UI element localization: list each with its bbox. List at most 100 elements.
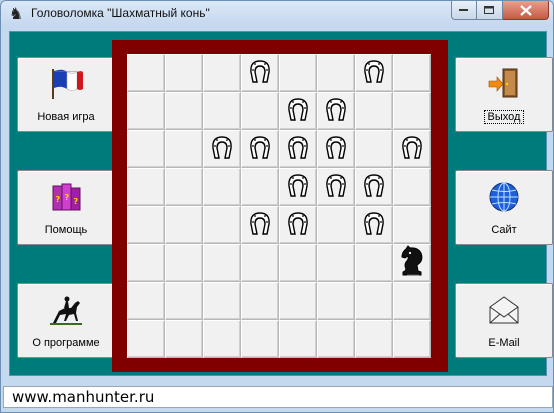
window-title: Головоломка "Шахматный конь" bbox=[31, 6, 210, 20]
board-cell[interactable] bbox=[127, 282, 165, 320]
board-cell[interactable] bbox=[127, 92, 165, 130]
svg-text:?: ? bbox=[56, 195, 61, 204]
board-cell[interactable] bbox=[279, 320, 317, 358]
horseshoe-icon bbox=[324, 134, 348, 164]
board-cell[interactable] bbox=[355, 206, 393, 244]
board-cell[interactable] bbox=[393, 244, 431, 282]
horseshoe-icon bbox=[400, 134, 424, 164]
board-cell[interactable] bbox=[317, 206, 355, 244]
board-cell[interactable] bbox=[279, 244, 317, 282]
help-label: Помощь bbox=[44, 224, 88, 236]
help-button[interactable]: ? ? ? Помощь bbox=[17, 170, 115, 245]
board-cell[interactable] bbox=[127, 168, 165, 206]
board-cell[interactable] bbox=[203, 244, 241, 282]
board-cell[interactable] bbox=[241, 92, 279, 130]
board-cell[interactable] bbox=[241, 54, 279, 92]
horseshoe-icon bbox=[248, 134, 272, 164]
board-cell[interactable] bbox=[355, 92, 393, 130]
board-cell[interactable] bbox=[279, 168, 317, 206]
about-button[interactable]: О программе bbox=[17, 283, 115, 358]
board-cell[interactable] bbox=[127, 320, 165, 358]
flag-icon bbox=[47, 66, 85, 102]
board-cell[interactable] bbox=[355, 244, 393, 282]
close-icon bbox=[519, 4, 532, 16]
knight-app-icon[interactable]: ♞ bbox=[7, 5, 25, 23]
board-cell[interactable] bbox=[203, 168, 241, 206]
new-game-label: Новая игра bbox=[37, 111, 95, 123]
close-button[interactable] bbox=[503, 1, 549, 20]
board-cell[interactable] bbox=[203, 54, 241, 92]
board-cell[interactable] bbox=[317, 320, 355, 358]
email-button[interactable]: E-Mail bbox=[455, 283, 553, 358]
board-cell[interactable] bbox=[393, 54, 431, 92]
board-cell[interactable] bbox=[165, 244, 203, 282]
board-cell[interactable] bbox=[317, 244, 355, 282]
svg-text:?: ? bbox=[65, 193, 70, 202]
board-cell[interactable] bbox=[317, 168, 355, 206]
board-cell[interactable] bbox=[279, 282, 317, 320]
knight-icon bbox=[397, 245, 427, 281]
board-cell[interactable] bbox=[317, 282, 355, 320]
board-cell[interactable] bbox=[393, 206, 431, 244]
site-label: Сайт bbox=[491, 224, 517, 236]
board-cell[interactable] bbox=[279, 54, 317, 92]
horseshoe-icon bbox=[286, 134, 310, 164]
board-cell[interactable] bbox=[241, 206, 279, 244]
maximize-icon bbox=[484, 5, 494, 14]
board-cell[interactable] bbox=[393, 282, 431, 320]
board-cell[interactable] bbox=[203, 92, 241, 130]
board-cell[interactable] bbox=[203, 206, 241, 244]
board-cell[interactable] bbox=[165, 92, 203, 130]
board-cell[interactable] bbox=[203, 320, 241, 358]
board-cell[interactable] bbox=[165, 168, 203, 206]
board-cell[interactable] bbox=[241, 320, 279, 358]
board-cell[interactable] bbox=[165, 206, 203, 244]
board-cell[interactable] bbox=[279, 130, 317, 168]
app-window: ♞ Головоломка "Шахматный конь" Новая игр… bbox=[0, 0, 554, 413]
site-button[interactable]: Сайт bbox=[455, 170, 553, 245]
board-cell[interactable] bbox=[165, 130, 203, 168]
status-url: www.manhunter.ru bbox=[12, 388, 155, 406]
client-area: Новая игра ? ? ? Помощь О программе Выхо… bbox=[9, 31, 553, 376]
horseshoe-icon bbox=[248, 210, 272, 240]
board-cell[interactable] bbox=[127, 244, 165, 282]
board-cell[interactable] bbox=[241, 244, 279, 282]
board-cell[interactable] bbox=[355, 168, 393, 206]
board-cell[interactable] bbox=[355, 282, 393, 320]
board-cell[interactable] bbox=[241, 130, 279, 168]
board-cell[interactable] bbox=[393, 168, 431, 206]
board-cell[interactable] bbox=[317, 54, 355, 92]
board-cell[interactable] bbox=[355, 130, 393, 168]
board-cell[interactable] bbox=[393, 130, 431, 168]
board-cell[interactable] bbox=[165, 282, 203, 320]
board-cell[interactable] bbox=[203, 130, 241, 168]
board-cell[interactable] bbox=[241, 282, 279, 320]
board-cell[interactable] bbox=[127, 54, 165, 92]
email-label: E-Mail bbox=[488, 337, 520, 349]
board-cell[interactable] bbox=[127, 130, 165, 168]
board-cell[interactable] bbox=[355, 54, 393, 92]
exit-button[interactable]: Выход bbox=[455, 57, 553, 132]
board-cell[interactable] bbox=[393, 92, 431, 130]
board-cell[interactable] bbox=[393, 320, 431, 358]
maximize-button[interactable] bbox=[477, 1, 503, 20]
globe-icon bbox=[485, 179, 523, 215]
board-cell[interactable] bbox=[279, 206, 317, 244]
title-bar[interactable]: ♞ Головоломка "Шахматный конь" bbox=[1, 1, 553, 27]
board-cell[interactable] bbox=[127, 206, 165, 244]
status-bar: www.manhunter.ru bbox=[3, 386, 553, 408]
board-cell[interactable] bbox=[279, 92, 317, 130]
board-cell[interactable] bbox=[317, 130, 355, 168]
board-cell[interactable] bbox=[165, 54, 203, 92]
board-cell[interactable] bbox=[165, 320, 203, 358]
exit-label: Выход bbox=[458, 110, 550, 124]
board-cell[interactable] bbox=[317, 92, 355, 130]
board-cell[interactable] bbox=[241, 168, 279, 206]
horseshoe-icon bbox=[362, 210, 386, 240]
board-cell[interactable] bbox=[355, 320, 393, 358]
horseshoe-icon bbox=[362, 58, 386, 88]
game-board[interactable] bbox=[127, 54, 431, 358]
new-game-button[interactable]: Новая игра bbox=[17, 57, 115, 132]
board-cell[interactable] bbox=[203, 282, 241, 320]
minimize-button[interactable] bbox=[451, 1, 477, 20]
